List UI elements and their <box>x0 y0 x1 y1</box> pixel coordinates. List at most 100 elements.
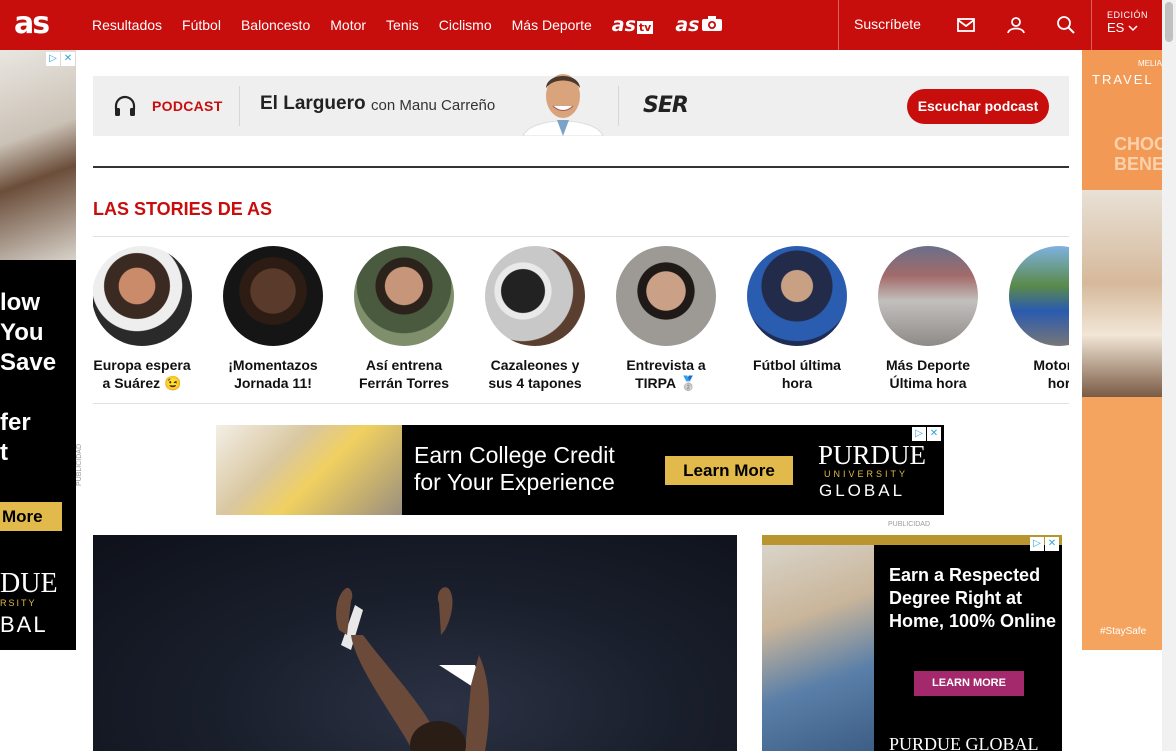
nav-baloncesto[interactable]: Baloncesto <box>241 17 310 33</box>
host-portrait <box>522 74 604 136</box>
nav-futbol[interactable]: Fútbol <box>182 17 221 33</box>
as-photo-label: as <box>675 14 700 36</box>
story-caption-line: a Suárez 😉 <box>102 375 182 391</box>
nav-ciclismo[interactable]: Ciclismo <box>439 17 492 33</box>
close-icon[interactable]: ✕ <box>61 52 75 66</box>
scrollbar-track[interactable] <box>1162 0 1176 751</box>
as-logo[interactable]: as <box>14 6 50 41</box>
story-thumbnail <box>354 246 454 346</box>
leaderboard-ad[interactable]: Earn College Credit for Your Experience L… <box>216 425 944 515</box>
right-skyscraper-ad[interactable]: MELIA TRAVEL CHOO BENE #StaySafe <box>1082 50 1162 650</box>
story-thumbnail <box>1009 246 1069 346</box>
podcast-label: PODCAST <box>152 98 223 114</box>
ad-headline: Earn a Respected Degree Right at Home, 100… <box>889 564 1056 633</box>
story-thumbnail <box>878 246 978 346</box>
story-thumbnail <box>485 246 585 346</box>
edition-label: EDICIÓN <box>1107 10 1149 20</box>
story-caption: Así entrena Ferrán Torres <box>344 356 464 392</box>
ad-learn-more-button[interactable]: Learn More <box>665 456 793 485</box>
story-caption-line: Entrevista a <box>626 357 706 373</box>
as-tv-link[interactable]: as tv <box>612 14 654 36</box>
ad-photo <box>762 545 874 751</box>
as-tv-suffix: tv <box>636 21 654 34</box>
main-article-image[interactable] <box>93 535 737 751</box>
ad-hashtag: #StaySafe <box>1100 626 1147 637</box>
story-caption-line: Ferrán Torres <box>359 375 449 391</box>
camera-icon <box>701 16 722 31</box>
podcast-show-title: El Larguero <box>260 93 366 114</box>
close-icon[interactable]: ✕ <box>927 427 941 441</box>
story-caption-line: hor <box>1047 375 1069 391</box>
header-separator <box>1091 0 1092 50</box>
ad-text: low <box>0 289 40 316</box>
story-caption: Entrevista a TIRPA 🥈 <box>606 356 726 392</box>
ad-headline: CHOO BENE <box>1114 134 1162 174</box>
adchoices-icon[interactable]: ▷ <box>912 427 926 441</box>
edition-value: ES <box>1107 20 1148 35</box>
story-caption-line: sus 4 tapones <box>488 375 582 391</box>
ad-headline-line: CHOO <box>1114 134 1162 154</box>
ad-headline: Earn College Credit for Your Experience <box>414 442 615 496</box>
story-thumbnail <box>747 246 847 346</box>
story-caption-line: hora <box>781 375 813 391</box>
ad-headline-line: BENE <box>1114 154 1162 174</box>
ad-text: You <box>0 319 44 346</box>
story-caption-line: Fútbol última <box>753 357 841 373</box>
left-skyscraper-ad[interactable]: ▷ ✕ low You Save fer t More DUE RSITY BA… <box>0 50 76 650</box>
ad-brand: PURDUE <box>818 440 927 470</box>
ad-brand: DUE <box>0 568 58 599</box>
ad-learn-more-button[interactable]: LEARN MORE <box>914 671 1024 696</box>
subscribe-link[interactable]: Suscríbete <box>854 16 921 32</box>
story-caption-line: ¡Momentazos <box>228 357 318 373</box>
ad-headline-line: Degree Right at <box>889 588 1023 608</box>
nav-motor[interactable]: Motor <box>330 17 366 33</box>
advertising-label: PUBLICIDAD <box>888 521 931 528</box>
story-caption-line: Motor ú <box>1033 357 1069 373</box>
header-separator <box>838 0 839 50</box>
nav-tenis[interactable]: Tenis <box>386 17 419 33</box>
as-photo-link[interactable]: as <box>675 14 722 36</box>
ad-headline-line: for Your Experience <box>414 469 615 495</box>
stories-section-title: LAS STORIES DE AS <box>93 199 273 219</box>
nav-resultados[interactable]: Resultados <box>92 17 162 33</box>
story-caption: Motor ú hor <box>999 356 1069 392</box>
ad-small-text: MELIA <box>1138 59 1162 68</box>
listen-podcast-button[interactable]: Escuchar podcast <box>907 89 1049 124</box>
story-caption: Europa espera a Suárez 😉 <box>93 356 202 392</box>
story-thumbnail <box>93 246 192 346</box>
ad-text: Save <box>0 349 57 376</box>
advertising-label: PUBLICIDAD <box>76 444 83 487</box>
ad-brand-sub: RSITY <box>0 598 37 608</box>
main-nav: Resultados Fútbol Baloncesto Motor Tenis… <box>92 0 745 50</box>
ad-brand-global: GLOBAL <box>819 481 906 500</box>
ad-brand: PURDUE GLOBAL <box>889 734 1039 751</box>
user-icon[interactable] <box>1006 15 1026 35</box>
story-caption-line: Cazaleones y <box>490 357 580 373</box>
podcast-promo[interactable]: PODCAST El Larguero con Manu Carreño SER… <box>93 74 1069 136</box>
mail-icon[interactable] <box>956 15 976 35</box>
ad-headline-line: Earn a Respected <box>889 565 1041 585</box>
story-caption-line: Más Deporte <box>885 357 971 373</box>
ad-text: fer <box>0 409 31 436</box>
story-caption: Más Deporte Última hora <box>868 356 988 392</box>
ad-text: t <box>0 439 8 466</box>
ad-brand-sub: UNIVERSITY <box>824 469 909 479</box>
story-caption: ¡Momentazos Jornada 11! <box>213 356 333 392</box>
ad-strip <box>762 535 1062 545</box>
rectangle-ad[interactable]: Earn a Respected Degree Right at Home, 100… <box>762 535 1062 751</box>
stories-carousel[interactable]: Europa espera a Suárez 😉 ¡Momentazos Jorna… <box>93 246 1069 396</box>
story-caption-line: TIRPA 🥈 <box>635 375 697 391</box>
ad-button[interactable]: More <box>0 502 62 531</box>
search-icon[interactable] <box>1056 15 1076 35</box>
chevron-down-icon <box>1128 25 1138 32</box>
story-caption: Fútbol última hora <box>737 356 857 392</box>
scrollbar-thumb[interactable] <box>1165 2 1173 42</box>
adchoices-icon[interactable]: ▷ <box>46 52 60 66</box>
ad-headline-line: Home, 100% Online <box>889 611 1057 631</box>
adchoices-icon[interactable]: ▷ <box>1030 537 1044 551</box>
edition-selector[interactable]: EDICIÓN ES <box>1107 10 1148 35</box>
story-thumbnail <box>616 246 716 346</box>
edition-code: ES <box>1107 20 1125 35</box>
nav-mas-deporte[interactable]: Más Deporte <box>512 17 592 33</box>
close-icon[interactable]: ✕ <box>1045 537 1059 551</box>
